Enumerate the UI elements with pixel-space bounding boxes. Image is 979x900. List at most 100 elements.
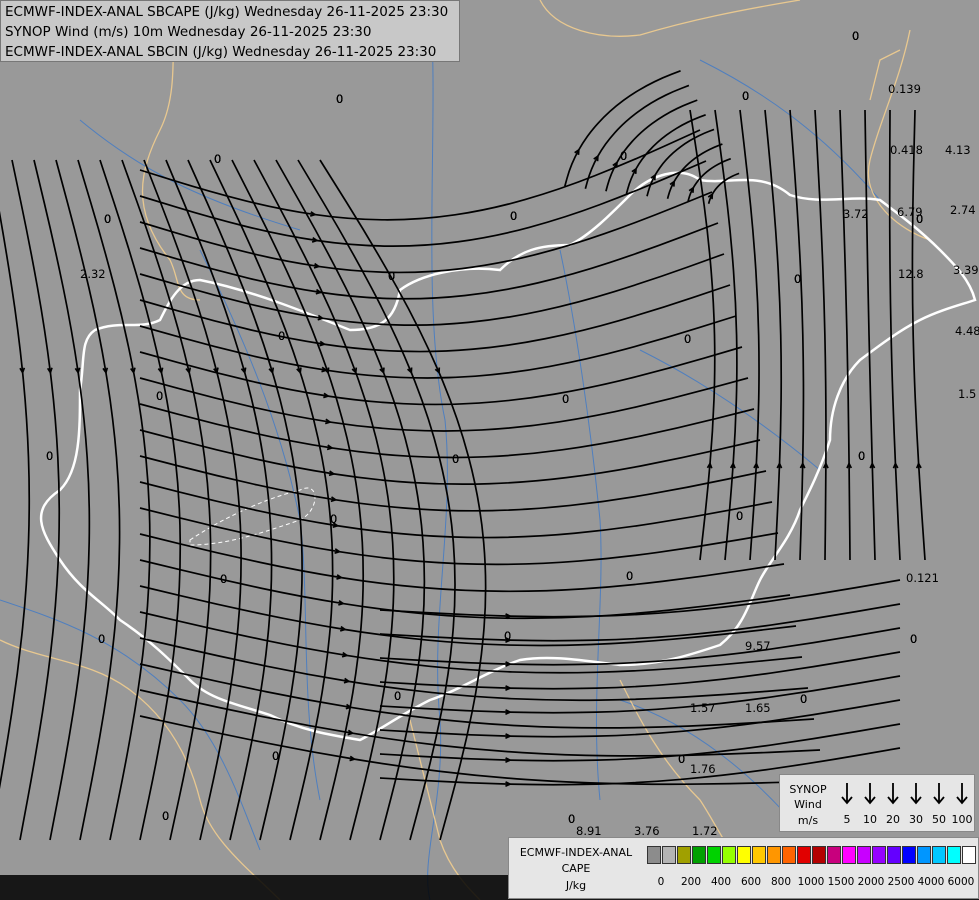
cape-value-label: 0 — [626, 569, 633, 583]
cape-color-swatch — [647, 846, 661, 864]
cape-color-swatch — [872, 846, 886, 864]
weather-map: 00000000000000000.1390000000000000000000… — [0, 0, 979, 900]
cape-value-label: 4.48 — [955, 324, 979, 338]
cape-legend-tick: 2500 — [887, 876, 915, 888]
cape-color-swatch — [677, 846, 691, 864]
wind-legend-value: 5 — [843, 813, 851, 826]
cape-value-label: 1.5 — [958, 387, 976, 401]
cape-value-label: 0 — [800, 692, 807, 706]
wind-arrow-down-icon — [928, 781, 950, 807]
cape-color-swatch — [947, 846, 961, 864]
cape-color-swatch — [662, 846, 676, 864]
cape-value-label: 0 — [278, 329, 285, 343]
cape-value-label: 4.13 — [945, 143, 971, 157]
cape-legend-title-1: ECMWF-INDEX-ANAL — [519, 846, 633, 859]
cape-value-label: 3.76 — [634, 824, 660, 838]
cape-value-label: 0.121 — [906, 571, 939, 585]
cape-legend-tick: 2000 — [857, 876, 885, 888]
cape-legend-tick: 1500 — [827, 876, 855, 888]
cape-color-swatch — [767, 846, 781, 864]
cape-value-label: 0 — [794, 272, 801, 286]
cape-value-label: 0 — [736, 509, 743, 523]
cape-legend-tick: 4000 — [917, 876, 945, 888]
title-sbcape: ECMWF-INDEX-ANAL SBCAPE (J/kg) Wednesday… — [5, 4, 449, 20]
cape-value-label: 0 — [104, 212, 111, 226]
cape-value-label: 0 — [684, 332, 691, 346]
cape-color-swatch — [902, 846, 916, 864]
map-title-box: ECMWF-INDEX-ANAL SBCAPE (J/kg) Wednesday… — [0, 0, 460, 62]
cape-legend-title-2: CAPE — [561, 862, 591, 875]
cape-value-label: 0 — [620, 149, 627, 163]
cape-color-swatch — [737, 846, 751, 864]
cape-legend-tick: 0 — [657, 876, 665, 888]
cape-legend-tick: 6000 — [947, 876, 975, 888]
cape-value-label: 8.91 — [576, 824, 602, 838]
title-sbcin: ECMWF-INDEX-ANAL SBCIN (J/kg) Wednesday … — [5, 44, 437, 60]
cape-value-label: 0 — [394, 689, 401, 703]
cape-color-swatch — [722, 846, 736, 864]
cape-value-label: 0 — [330, 512, 337, 526]
wind-legend-title-1: SYNOP — [789, 783, 827, 796]
cape-legend-tick: 400 — [710, 876, 732, 888]
cape-value-label: 0 — [910, 632, 917, 646]
cape-value-label: 1.76 — [690, 762, 716, 776]
cape-value-label: 1.72 — [692, 824, 718, 838]
cape-value-label: 0 — [916, 212, 923, 226]
cape-color-swatch — [917, 846, 931, 864]
cape-value-label: 0 — [510, 209, 517, 223]
cape-color-swatch — [812, 846, 826, 864]
title-synop-wind: SYNOP Wind (m/s) 10m Wednesday 26-11-202… — [5, 24, 372, 40]
cape-value-label: 0 — [156, 389, 163, 403]
wind-legend-value: 50 — [932, 813, 946, 826]
cape-value-label: 0 — [388, 269, 395, 283]
cape-color-swatch — [692, 846, 706, 864]
cape-value-label: 0 — [336, 92, 343, 106]
cape-value-label: 0 — [858, 449, 865, 463]
cape-color-swatch — [782, 846, 796, 864]
cape-value-label: 3.72 — [843, 207, 869, 221]
wind-legend-title-2: Wind — [794, 798, 822, 811]
cape-value-label: 0 — [98, 632, 105, 646]
cape-color-swatch — [932, 846, 946, 864]
cape-value-label: 0 — [504, 629, 511, 643]
cape-color-swatch — [797, 846, 811, 864]
wind-arrow-down-icon — [951, 781, 973, 807]
cape-color-swatch — [707, 846, 721, 864]
wind-arrow-down-icon — [882, 781, 904, 807]
map-background — [0, 0, 979, 900]
cape-value-label: 0 — [562, 392, 569, 406]
cape-value-label: 9.57 — [745, 639, 771, 653]
cape-value-label: 0 — [742, 89, 749, 103]
cape-color-swatch — [842, 846, 856, 864]
wind-legend-title-3: m/s — [797, 814, 819, 827]
cape-value-label: 0 — [568, 812, 575, 826]
wind-legend: SYNOP Wind m/s 5 10 20 30 50 100 — [779, 774, 975, 832]
cape-value-label: 0 — [272, 749, 279, 763]
cape-value-label: 1.65 — [745, 701, 771, 715]
cape-legend-title-3: J/kg — [565, 879, 587, 892]
cape-value-label: 12.8 — [898, 267, 924, 281]
wind-arrow-down-icon — [905, 781, 927, 807]
wind-legend-value: 100 — [951, 813, 973, 826]
wind-arrow-down-icon — [859, 781, 881, 807]
cape-color-swatch — [857, 846, 871, 864]
cape-color-swatch — [962, 846, 976, 864]
cape-color-swatch — [752, 846, 766, 864]
cape-value-label: 0.139 — [888, 82, 921, 96]
cape-value-label: 2.74 — [950, 203, 976, 217]
cape-value-label: 0 — [220, 572, 227, 586]
cape-value-label: 0 — [214, 152, 221, 166]
cape-legend-tick: 600 — [740, 876, 762, 888]
cape-value-label: 0.418 — [890, 143, 923, 157]
cape-legend-tick: 1000 — [797, 876, 825, 888]
cape-color-swatch — [827, 846, 841, 864]
wind-arrow-down-icon — [836, 781, 858, 807]
cape-value-label: 0 — [162, 809, 169, 823]
cape-value-label: 1.57 — [690, 701, 716, 715]
wind-legend-value: 10 — [863, 813, 877, 826]
cape-legend: ECMWF-INDEX-ANAL CAPE J/kg 0 200 400 600 800… — [508, 837, 979, 899]
wind-legend-value: 20 — [886, 813, 900, 826]
cape-legend-tick: 200 — [680, 876, 702, 888]
cape-value-label: 2.32 — [80, 267, 106, 281]
cape-value-label: 3.39 — [953, 263, 979, 277]
